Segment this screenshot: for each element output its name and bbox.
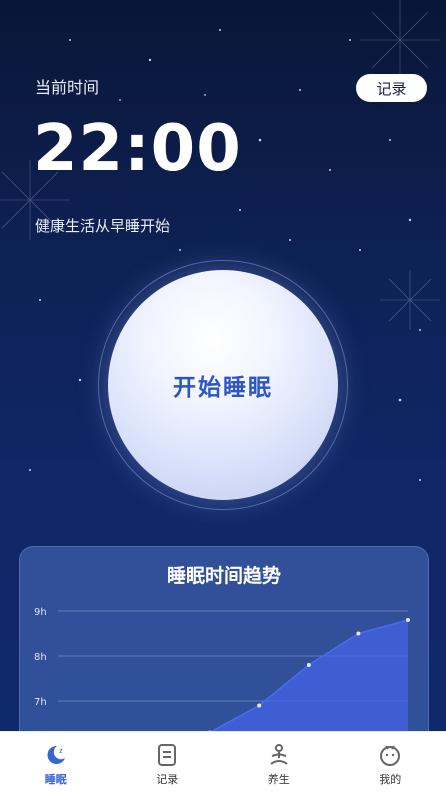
y-tick-label: 7h <box>34 697 47 708</box>
slogan-text: 健康生活从早睡开始 <box>35 217 171 235</box>
tab-sleep[interactable]: z 睡眠 <box>0 732 112 796</box>
start-sleep-button[interactable]: 开始睡眠 <box>108 270 338 500</box>
record-button[interactable]: 记录 <box>356 74 427 102</box>
start-sleep-label: 开始睡眠 <box>173 375 273 401</box>
trend-point <box>257 703 262 708</box>
y-tick-label: 8h <box>34 652 47 663</box>
tab-wellness[interactable]: 养生 <box>223 732 335 796</box>
meditation-icon <box>270 743 288 765</box>
tab-records[interactable]: 记录 <box>112 732 224 796</box>
list-icon <box>158 743 177 766</box>
tab-sleep-label: 睡眠 <box>44 772 67 786</box>
sleep-trend-card: 9h 8h 7h 睡眠时间趋势 <box>19 546 429 758</box>
trend-point <box>306 663 311 667</box>
face-icon <box>380 744 401 766</box>
trend-title: 睡眠时间趋势 <box>166 565 281 587</box>
tab-mine-label: 我的 <box>379 772 402 786</box>
tab-mine[interactable]: 我的 <box>335 732 446 796</box>
current-time-label: 当前时间 <box>35 78 100 97</box>
tab-wellness-label: 养生 <box>267 772 290 786</box>
svg-text:z: z <box>59 747 63 755</box>
tab-records-label: 记录 <box>156 772 179 786</box>
trend-point <box>406 618 410 622</box>
moon-icon: z <box>47 745 65 764</box>
bottom-tab-bar: z 睡眠 记录 养生 我的 <box>0 731 446 796</box>
y-tick-label: 9h <box>34 607 47 618</box>
current-time-display: 22:00 <box>33 112 242 186</box>
trend-point <box>356 631 361 636</box>
